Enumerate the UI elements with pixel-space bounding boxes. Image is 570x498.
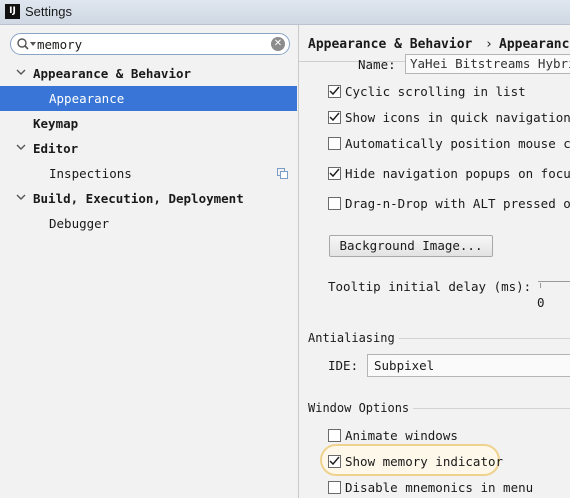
clear-search-icon[interactable]: ✕ <box>271 37 285 51</box>
cyclic-scrolling-checkbox[interactable] <box>328 85 341 98</box>
settings-content: Appearance & Behavior › Appearance Name:… <box>299 25 570 498</box>
settings-sidebar: memory ✕ Appearance & Behavior Appearanc… <box>0 25 299 498</box>
ide-antialiasing-value: Subpixel <box>374 358 435 373</box>
font-name-value: YaHei Bitstreams Hybrid <box>410 56 570 71</box>
tree-item-build-execution-deployment[interactable]: Build, Execution, Deployment <box>0 186 297 211</box>
tree-item-label: Inspections <box>49 166 132 181</box>
chevron-down-icon[interactable] <box>15 66 27 78</box>
slider-tick <box>540 283 541 288</box>
background-image-button[interactable]: Background Image... <box>329 235 493 257</box>
search-icon[interactable] <box>16 37 38 51</box>
show-icons-navigation-checkbox[interactable] <box>328 111 341 124</box>
breadcrumb-separator: › <box>485 37 493 52</box>
font-name-field[interactable]: YaHei Bitstreams Hybrid <box>405 54 570 74</box>
tree-item-keymap[interactable]: Keymap <box>0 111 297 136</box>
tree-item-label: Appearance & Behavior <box>33 66 192 81</box>
font-name-label: Name: <box>358 57 396 72</box>
tree-item-editor[interactable]: Editor <box>0 136 297 161</box>
tree-item-label: Debugger <box>49 216 110 231</box>
tree-item-inspections[interactable]: Inspections <box>0 161 297 186</box>
tree-item-label: Editor <box>33 141 79 156</box>
tooltip-delay-slider[interactable] <box>538 281 570 282</box>
section-divider <box>413 408 570 409</box>
tree-item-label: Build, Execution, Deployment <box>33 191 244 206</box>
section-divider <box>399 338 570 339</box>
hide-navigation-popups-checkbox[interactable] <box>328 167 341 180</box>
title-bar: IJ Settings <box>0 0 570 25</box>
show-icons-navigation-label[interactable]: Show icons in quick navigation <box>345 110 570 125</box>
drag-n-drop-alt-label[interactable]: Drag-n-Drop with ALT pressed onl <box>345 196 570 211</box>
window-options-section-title: Window Options <box>308 401 410 415</box>
animate-windows-checkbox[interactable] <box>328 429 341 442</box>
auto-position-mouse-checkbox[interactable] <box>328 137 341 150</box>
ide-antialiasing-dropdown[interactable]: Subpixel <box>367 354 570 377</box>
copy-icon[interactable] <box>277 168 288 179</box>
drag-n-drop-alt-checkbox[interactable] <box>328 197 341 210</box>
show-memory-indicator-checkbox[interactable] <box>328 455 341 468</box>
hide-navigation-popups-label[interactable]: Hide navigation popups on focus <box>345 166 570 181</box>
search-input[interactable]: memory ✕ <box>10 33 290 55</box>
tree-item-debugger[interactable]: Debugger <box>0 211 297 236</box>
chevron-down-icon[interactable] <box>15 191 27 203</box>
ide-label: IDE: <box>328 358 359 373</box>
tooltip-delay-label: Tooltip initial delay (ms): <box>328 279 532 294</box>
show-memory-indicator-label[interactable]: Show memory indicator <box>345 454 503 469</box>
disable-mnemonics-label[interactable]: Disable mnemonics in menu <box>345 480 533 495</box>
chevron-down-icon[interactable] <box>15 141 27 153</box>
tree-item-appearance-behavior[interactable]: Appearance & Behavior <box>0 61 297 86</box>
antialiasing-section-title: Antialiasing <box>308 331 395 345</box>
breadcrumb-parent: Appearance & Behavior <box>308 37 473 52</box>
cyclic-scrolling-label[interactable]: Cyclic scrolling in list <box>345 84 526 99</box>
slider-tick-label: 0 <box>537 295 545 310</box>
window-title: Settings <box>25 4 72 19</box>
search-value[interactable]: memory <box>37 37 82 52</box>
auto-position-mouse-label[interactable]: Automatically position mouse cur <box>345 136 570 151</box>
disable-mnemonics-checkbox[interactable] <box>328 481 341 494</box>
tree-item-label: Appearance <box>49 91 125 106</box>
tree-item-appearance[interactable]: Appearance <box>0 86 297 111</box>
breadcrumb-current: Appearance <box>499 37 570 52</box>
animate-windows-label[interactable]: Animate windows <box>345 428 458 443</box>
app-logo-icon: IJ <box>5 4 20 19</box>
tree-item-label: Keymap <box>33 116 79 131</box>
